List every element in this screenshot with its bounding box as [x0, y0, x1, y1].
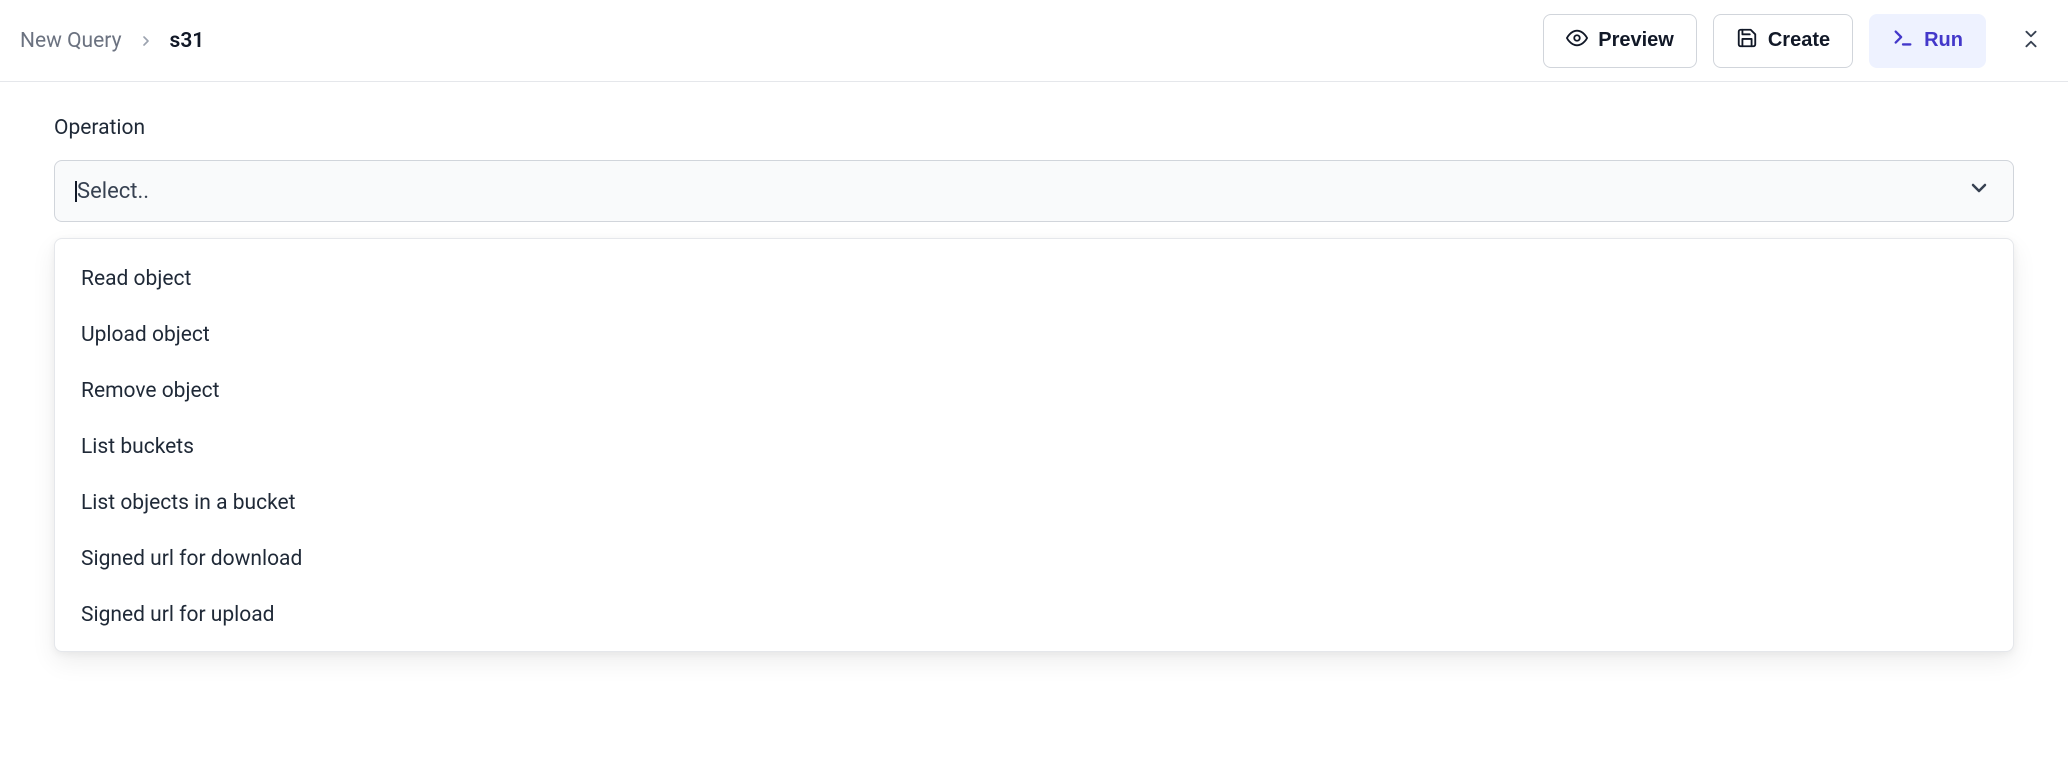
breadcrumb-current: s31	[170, 29, 205, 53]
select-placeholder: Select..	[77, 179, 149, 204]
dropdown-item[interactable]: Upload object	[55, 307, 2013, 363]
eye-icon	[1566, 27, 1588, 55]
content-area: Operation Select.. Read object Upload ob…	[0, 82, 2068, 222]
header-bar: New Query s31 Preview Create Run	[0, 0, 2068, 82]
preview-button-label: Preview	[1598, 29, 1674, 52]
operation-dropdown: Read object Upload object Remove object …	[54, 238, 2014, 652]
terminal-icon	[1892, 27, 1914, 55]
chevrons-collapse-icon	[2020, 28, 2042, 54]
header-actions: Preview Create Run	[1543, 14, 2048, 68]
select-placeholder-text: Select..	[77, 179, 149, 204]
dropdown-item[interactable]: List buckets	[55, 419, 2013, 475]
run-button-label: Run	[1924, 29, 1963, 52]
text-cursor	[75, 181, 77, 202]
create-button[interactable]: Create	[1713, 14, 1853, 68]
save-icon	[1736, 27, 1758, 55]
dropdown-item[interactable]: List objects in a bucket	[55, 475, 2013, 531]
dropdown-item[interactable]: Read object	[55, 251, 2013, 307]
operation-select[interactable]: Select..	[54, 160, 2014, 222]
dropdown-item[interactable]: Remove object	[55, 363, 2013, 419]
dropdown-item[interactable]: Signed url for upload	[55, 587, 2013, 643]
chevron-down-icon	[1967, 176, 1991, 206]
run-button[interactable]: Run	[1869, 14, 1986, 68]
breadcrumb-root[interactable]: New Query	[20, 29, 122, 53]
operation-label: Operation	[54, 116, 2014, 140]
operation-select-wrapper: Select.. Read object Upload object Remov…	[54, 160, 2014, 222]
collapse-button[interactable]	[2014, 24, 2048, 58]
preview-button[interactable]: Preview	[1543, 14, 1697, 68]
chevron-right-icon	[138, 33, 154, 49]
dropdown-item[interactable]: Signed url for download	[55, 531, 2013, 587]
create-button-label: Create	[1768, 29, 1830, 52]
breadcrumb: New Query s31	[20, 29, 204, 53]
